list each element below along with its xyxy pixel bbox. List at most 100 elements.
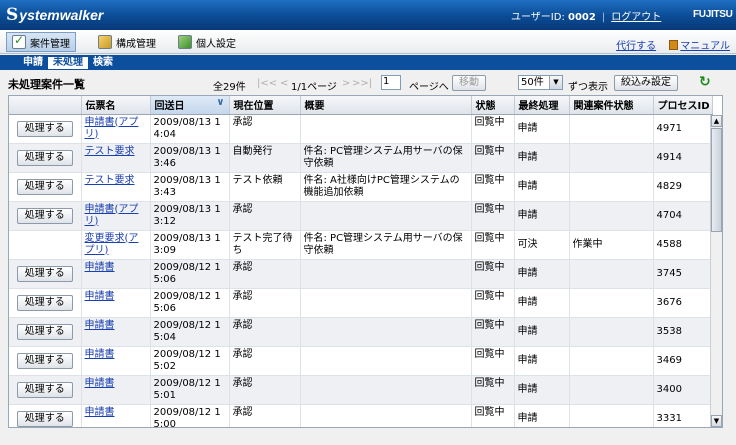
table-row: 変更要求(アプリ) 2009/08/13 1 3:09 テスト完了待ち 件名: PC管… bbox=[9, 230, 713, 260]
cell-process-id: 3538 bbox=[653, 317, 713, 347]
status-text: 回覧中 bbox=[474, 406, 505, 418]
cell-action: 処理する bbox=[9, 172, 82, 202]
cell-slip-name: 申請書 bbox=[81, 288, 151, 318]
per-page-select[interactable]: 50件 ▼ bbox=[518, 75, 563, 90]
col-current-position[interactable]: 現在位置 bbox=[229, 96, 301, 115]
page-number-input[interactable]: 1 bbox=[381, 75, 401, 90]
slip-name-link[interactable]: テスト要求 bbox=[85, 146, 135, 157]
current-position: テスト依頼 bbox=[232, 174, 283, 186]
menu-label: 案件管理 bbox=[30, 38, 70, 50]
cell-status: 回覧中 bbox=[471, 404, 515, 427]
process-button[interactable]: 処理する bbox=[16, 352, 73, 369]
cell-slip-name: テスト要求 bbox=[81, 143, 151, 173]
status-text: 回覧中 bbox=[474, 348, 505, 360]
move-button[interactable]: 移動 bbox=[452, 75, 486, 91]
cell-process-id: 4588 bbox=[653, 230, 713, 260]
page-info: 1/1ページ bbox=[291, 82, 337, 93]
menu-personal-settings[interactable]: 個人設定 bbox=[173, 32, 241, 52]
menu-configuration[interactable]: 構成管理 bbox=[93, 32, 161, 52]
col-last-process[interactable]: 最終処理 bbox=[514, 96, 570, 115]
last-process: 申請 bbox=[517, 383, 538, 395]
cell-related-status bbox=[569, 259, 654, 289]
cell-action: 処理する bbox=[9, 404, 82, 427]
cell-summary bbox=[300, 404, 472, 427]
tab-search[interactable]: 検索 bbox=[88, 57, 118, 69]
process-button[interactable]: 処理する bbox=[16, 178, 73, 195]
cell-action: 処理する bbox=[9, 259, 82, 289]
scroll-up-icon[interactable]: ▲ bbox=[711, 115, 722, 127]
process-button[interactable]: 処理する bbox=[16, 381, 73, 398]
cell-action: 処理する bbox=[9, 317, 82, 347]
cell-action: 処理する bbox=[9, 346, 82, 376]
process-id: 3469 bbox=[656, 354, 682, 366]
cell-process-id: 4829 bbox=[653, 172, 713, 202]
status-text: 回覧中 bbox=[474, 116, 505, 128]
slip-name-link[interactable]: 申請書 bbox=[85, 291, 115, 302]
process-button[interactable]: 処理する bbox=[16, 149, 73, 166]
col-process-id[interactable]: プロセスID bbox=[653, 96, 713, 115]
cell-slip-name: 申請書 bbox=[81, 404, 151, 427]
process-button[interactable]: 処理する bbox=[16, 323, 73, 340]
cell-last-process: 申請 bbox=[514, 172, 570, 202]
status-text: 回覧中 bbox=[474, 261, 505, 273]
tab-unprocessed[interactable]: 未処理 bbox=[48, 57, 88, 69]
scroll-down-icon[interactable]: ▼ bbox=[711, 415, 722, 427]
slip-name-link[interactable]: 変更要求(アプリ) bbox=[85, 233, 139, 256]
first-page-button[interactable]: |<< bbox=[257, 78, 277, 89]
table-row: 処理する 申請書 2009/08/12 1 5:01 承認 回覧中 申請 3400 bbox=[9, 375, 713, 405]
col-slip-name[interactable]: 伝票名 bbox=[81, 96, 151, 115]
process-button[interactable]: 処理する bbox=[16, 207, 73, 224]
cell-last-process: 申請 bbox=[514, 317, 570, 347]
process-button[interactable]: 処理する bbox=[16, 294, 73, 311]
slip-name-link[interactable]: 申請書 bbox=[85, 407, 115, 418]
scrollbar-thumb[interactable] bbox=[711, 128, 722, 232]
manual-link[interactable]: マニュアル bbox=[680, 41, 730, 52]
process-button[interactable]: 処理する bbox=[16, 410, 73, 427]
summary-text: 件名: A社様向けPC管理システムの機能追加依頼 bbox=[303, 174, 460, 198]
col-related-status[interactable]: 関連案件状態 bbox=[569, 96, 654, 115]
col-forward-date-label: 回送日 bbox=[154, 101, 185, 113]
slip-name-link[interactable]: テスト要求 bbox=[85, 175, 135, 186]
forward-date: 2009/08/12 1 5:06 bbox=[153, 290, 221, 314]
table-row: 処理する 申請書 2009/08/12 1 5:00 承認 回覧中 申請 3331 bbox=[9, 404, 713, 427]
cell-forward-date: 2009/08/12 1 5:04 bbox=[150, 317, 230, 347]
next-page-button[interactable]: > bbox=[342, 78, 350, 89]
process-button[interactable]: 処理する bbox=[16, 265, 73, 282]
process-button[interactable]: 処理する bbox=[16, 120, 73, 137]
cell-last-process: 申請 bbox=[514, 114, 570, 144]
cell-current-position: 承認 bbox=[229, 317, 301, 347]
slip-name-link[interactable]: 申請書 bbox=[85, 320, 115, 331]
logo-mark: S bbox=[6, 5, 19, 25]
cell-last-process: 申請 bbox=[514, 143, 570, 173]
top-header: S ystemwalker ユーザーID: 0002 | ログアウト FUJITSU bbox=[0, 0, 736, 30]
cell-slip-name: 変更要求(アプリ) bbox=[81, 230, 151, 260]
last-page-button[interactable]: >>| bbox=[352, 78, 372, 89]
cell-status: 回覧中 bbox=[471, 172, 515, 202]
cell-related-status bbox=[569, 143, 654, 173]
slip-name-link[interactable]: 申請書 bbox=[85, 262, 115, 273]
forward-date: 2009/08/13 1 4:04 bbox=[153, 116, 221, 140]
col-forward-date[interactable]: 回送日 ∨ bbox=[150, 96, 230, 115]
col-summary[interactable]: 概要 bbox=[300, 96, 472, 115]
cell-related-status bbox=[569, 317, 654, 347]
cell-process-id: 3331 bbox=[653, 404, 713, 427]
vertical-scrollbar[interactable]: ▲ ▼ bbox=[710, 115, 722, 427]
current-position: 承認 bbox=[232, 406, 253, 418]
prev-page-button[interactable]: < bbox=[280, 78, 288, 89]
slip-name-link[interactable]: 申請書(アプリ) bbox=[85, 204, 139, 227]
logout-link[interactable]: ログアウト bbox=[611, 12, 661, 23]
page-to-label: ページへ bbox=[409, 82, 449, 93]
slip-name-link[interactable]: 申請書 bbox=[85, 378, 115, 389]
tab-request[interactable]: 申請 bbox=[18, 57, 48, 69]
proxy-link[interactable]: 代行する bbox=[616, 41, 656, 52]
cell-status: 回覧中 bbox=[471, 230, 515, 260]
slip-name-link[interactable]: 申請書(アプリ) bbox=[85, 117, 139, 140]
slip-name-link[interactable]: 申請書 bbox=[85, 349, 115, 360]
status-text: 回覧中 bbox=[474, 174, 505, 186]
refresh-icon[interactable]: ↻ bbox=[699, 75, 713, 89]
menu-case-management[interactable]: 案件管理 bbox=[6, 32, 76, 52]
cell-summary bbox=[300, 114, 472, 144]
col-status[interactable]: 状態 bbox=[471, 96, 515, 115]
cell-action bbox=[9, 230, 82, 260]
filter-settings-button[interactable]: 絞込み設定 bbox=[614, 75, 678, 91]
